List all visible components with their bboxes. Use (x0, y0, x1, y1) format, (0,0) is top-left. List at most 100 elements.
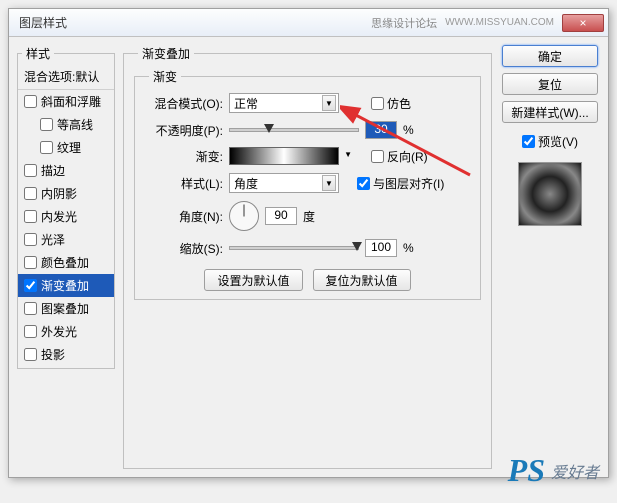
opacity-slider[interactable] (229, 128, 359, 132)
style-label: 内阴影 (41, 185, 77, 202)
gradient-inner-fieldset: 渐变 混合模式(O): 正常 ▼ 仿色 不透明度(P): 30 (134, 68, 481, 300)
style-label: 样式(L): (145, 175, 223, 192)
blend-options-item[interactable]: 混合选项:默认 (18, 64, 114, 90)
blend-mode-value: 正常 (234, 95, 258, 112)
checkbox[interactable] (24, 279, 37, 292)
style-label: 颜色叠加 (41, 254, 89, 271)
blend-mode-select[interactable]: 正常 ▼ (229, 93, 339, 113)
checkbox[interactable] (24, 325, 37, 338)
checkbox[interactable] (24, 233, 37, 246)
watermark-text: 爱好者 (551, 459, 599, 483)
preview-checkbox[interactable]: 预览(V) (522, 133, 578, 150)
blend-mode-label: 混合模式(O): (145, 95, 223, 112)
cancel-button[interactable]: 复位 (502, 73, 598, 95)
checkbox[interactable] (24, 210, 37, 223)
style-label: 投影 (41, 346, 65, 363)
reset-default-button[interactable]: 复位为默认值 (313, 269, 411, 291)
center-panel: 渐变叠加 渐变 混合模式(O): 正常 ▼ 仿色 不透明度(P): (123, 45, 492, 469)
style-label: 渐变叠加 (41, 277, 89, 294)
checkbox[interactable] (357, 177, 370, 190)
style-item-gradient-overlay[interactable]: 渐变叠加 (18, 274, 114, 297)
chevron-down-icon: ▼ (322, 95, 336, 111)
checkbox[interactable] (24, 95, 37, 108)
right-panel: 确定 复位 新建样式(W)... 预览(V) (500, 45, 600, 469)
blend-options-label: 混合选项:默认 (24, 68, 99, 85)
inner-legend: 渐变 (149, 68, 181, 85)
preview-swatch (518, 162, 582, 226)
forum-url: WWW.MISSYUAN.COM (445, 17, 554, 28)
style-item-texture[interactable]: 纹理 (18, 136, 114, 159)
watermark: PS 爱好者 (508, 452, 599, 489)
center-legend: 渐变叠加 (138, 45, 194, 62)
style-label: 外发光 (41, 323, 77, 340)
checkbox[interactable] (24, 348, 37, 361)
close-icon: × (579, 16, 586, 30)
scale-label: 缩放(S): (145, 240, 223, 257)
style-label: 光泽 (41, 231, 65, 248)
reverse-label: 反向(R) (387, 148, 428, 165)
style-label: 等高线 (57, 116, 93, 133)
angle-indicator (244, 205, 245, 217)
style-row: 样式(L): 角度 ▼ 与图层对齐(I) (145, 173, 470, 193)
style-item-inner-shadow[interactable]: 内阴影 (18, 182, 114, 205)
checkbox[interactable] (40, 141, 53, 154)
checkbox[interactable] (40, 118, 53, 131)
checkbox[interactable] (24, 164, 37, 177)
style-item-bevel[interactable]: 斜面和浮雕 (18, 90, 114, 113)
scale-input[interactable]: 100 (365, 239, 397, 257)
titlebar: 图层样式 思缘设计论坛 WWW.MISSYUAN.COM × (9, 9, 608, 37)
style-item-contour[interactable]: 等高线 (18, 113, 114, 136)
watermark-ps: PS (508, 452, 545, 489)
preview-label: 预览(V) (538, 133, 578, 150)
blend-mode-row: 混合模式(O): 正常 ▼ 仿色 (145, 93, 470, 113)
checkbox[interactable] (24, 187, 37, 200)
scale-unit: % (403, 241, 414, 255)
styles-fieldset: 样式 混合选项:默认 斜面和浮雕 等高线 纹理 描边 内阴影 内发光 光泽 颜色… (17, 45, 115, 369)
style-item-satin[interactable]: 光泽 (18, 228, 114, 251)
align-label: 与图层对齐(I) (373, 175, 444, 192)
checkbox[interactable] (522, 135, 535, 148)
style-label: 斜面和浮雕 (41, 93, 101, 110)
style-item-inner-glow[interactable]: 内发光 (18, 205, 114, 228)
opacity-input[interactable]: 30 (365, 121, 397, 139)
style-item-pattern-overlay[interactable]: 图案叠加 (18, 297, 114, 320)
forum-name: 思缘设计论坛 (371, 15, 437, 31)
set-default-button[interactable]: 设置为默认值 (204, 269, 302, 291)
style-select[interactable]: 角度 ▼ (229, 173, 339, 193)
style-item-color-overlay[interactable]: 颜色叠加 (18, 251, 114, 274)
opacity-row: 不透明度(P): 30 % (145, 121, 470, 139)
ok-button[interactable]: 确定 (502, 45, 598, 67)
checkbox[interactable] (24, 302, 37, 315)
slider-thumb[interactable] (352, 242, 362, 251)
gradient-row: 渐变: ▼ 反向(R) (145, 147, 470, 165)
style-label: 描边 (41, 162, 65, 179)
checkbox[interactable] (371, 150, 384, 163)
gradient-overlay-fieldset: 渐变叠加 渐变 混合模式(O): 正常 ▼ 仿色 不透明度(P): (123, 45, 492, 469)
angle-dial[interactable] (229, 201, 259, 231)
window-title: 图层样式 (13, 14, 371, 31)
close-button[interactable]: × (562, 14, 604, 32)
style-item-stroke[interactable]: 描边 (18, 159, 114, 182)
style-value: 角度 (234, 175, 258, 192)
layer-style-dialog: 图层样式 思缘设计论坛 WWW.MISSYUAN.COM × 样式 混合选项:默… (8, 8, 609, 478)
checkbox[interactable] (371, 97, 384, 110)
chevron-down-icon: ▼ (344, 150, 352, 159)
scale-row: 缩放(S): 100 % (145, 239, 470, 257)
style-label: 图案叠加 (41, 300, 89, 317)
gradient-picker[interactable]: ▼ (229, 147, 339, 165)
styles-panel: 样式 混合选项:默认 斜面和浮雕 等高线 纹理 描边 内阴影 内发光 光泽 颜色… (17, 45, 115, 469)
angle-input[interactable]: 90 (265, 207, 297, 225)
align-checkbox[interactable]: 与图层对齐(I) (357, 175, 444, 192)
reverse-checkbox[interactable]: 反向(R) (371, 148, 428, 165)
style-item-outer-glow[interactable]: 外发光 (18, 320, 114, 343)
checkbox[interactable] (24, 256, 37, 269)
new-style-button[interactable]: 新建样式(W)... (502, 101, 598, 123)
angle-row: 角度(N): 90 度 (145, 201, 470, 231)
style-item-drop-shadow[interactable]: 投影 (18, 343, 114, 366)
opacity-unit: % (403, 123, 414, 137)
chevron-down-icon: ▼ (322, 175, 336, 191)
scale-slider[interactable] (229, 246, 359, 250)
dither-label: 仿色 (387, 95, 411, 112)
dither-checkbox[interactable]: 仿色 (371, 95, 411, 112)
slider-thumb[interactable] (264, 124, 274, 133)
